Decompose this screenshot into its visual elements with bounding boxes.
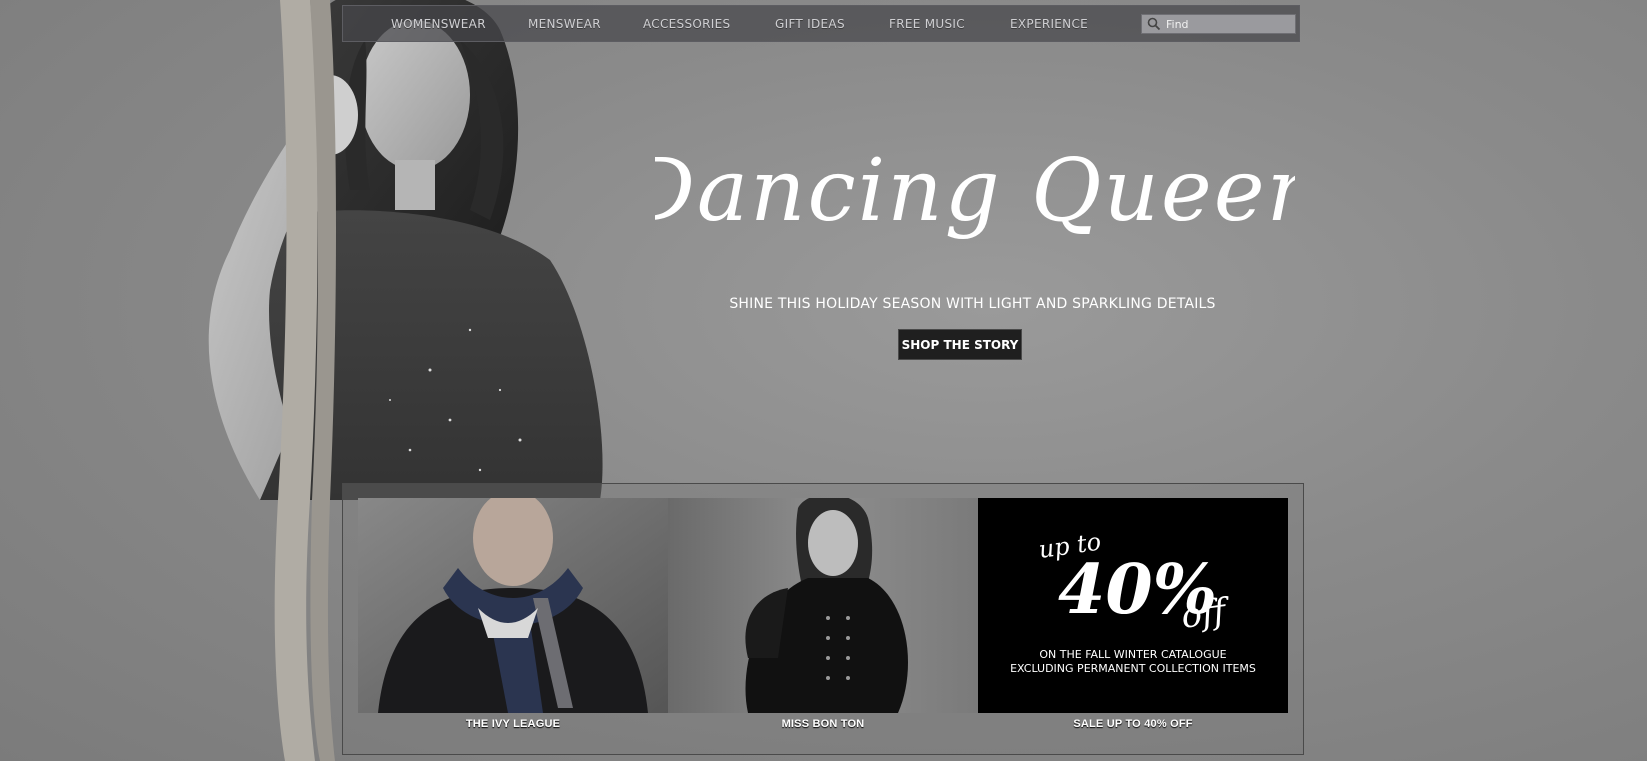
- nav-item-menswear[interactable]: MENSWEAR: [528, 17, 601, 31]
- search-box: [1141, 14, 1296, 34]
- hero-title: Dancing Queen: [655, 141, 1295, 241]
- nav-item-free-music[interactable]: FREE MUSIC: [889, 17, 965, 31]
- ivy-league-image: [358, 498, 668, 713]
- main-nav: WOMENSWEAR MENSWEAR ACCESSORIES GIFT IDE…: [342, 5, 1300, 42]
- sale-label[interactable]: SALE UP TO 40% OFF: [978, 718, 1288, 730]
- nav-item-gift-ideas[interactable]: GIFT IDEAS: [775, 17, 845, 31]
- ivy-league-label[interactable]: THE IVY LEAGUE: [358, 718, 668, 730]
- nav-item-accessories[interactable]: ACCESSORIES: [643, 17, 730, 31]
- promo-tile-miss-bon-ton[interactable]: [668, 498, 978, 713]
- sale-off-text: off: [1179, 590, 1234, 636]
- search-input[interactable]: [1162, 17, 1295, 31]
- nav-item-womenswear[interactable]: WOMENSWEAR: [391, 17, 486, 31]
- promo-tile-sale[interactable]: up to 40% off ON THE FALL WINTER CATALOG…: [978, 498, 1288, 713]
- miss-bon-ton-label[interactable]: MISS BON TON: [668, 718, 978, 730]
- nav-item-experience[interactable]: EXPERIENCE: [1010, 17, 1088, 31]
- sale-line-1: ON THE FALL WINTER CATALOGUE: [1039, 648, 1227, 661]
- sale-graphic: up to 40% off: [1037, 528, 1234, 637]
- promo-tile-ivy-league[interactable]: [358, 498, 668, 713]
- miss-bon-ton-image: [668, 498, 978, 713]
- magnifier-icon[interactable]: [1146, 16, 1162, 32]
- sale-line-2: EXCLUDING PERMANENT COLLECTION ITEMS: [1010, 662, 1256, 675]
- hero-title-text: Dancing Queen: [655, 141, 1295, 241]
- shop-the-story-button[interactable]: SHOP THE STORY: [898, 329, 1022, 360]
- hero-subtitle: SHINE THIS HOLIDAY SEASON WITH LIGHT AND…: [729, 296, 1216, 312]
